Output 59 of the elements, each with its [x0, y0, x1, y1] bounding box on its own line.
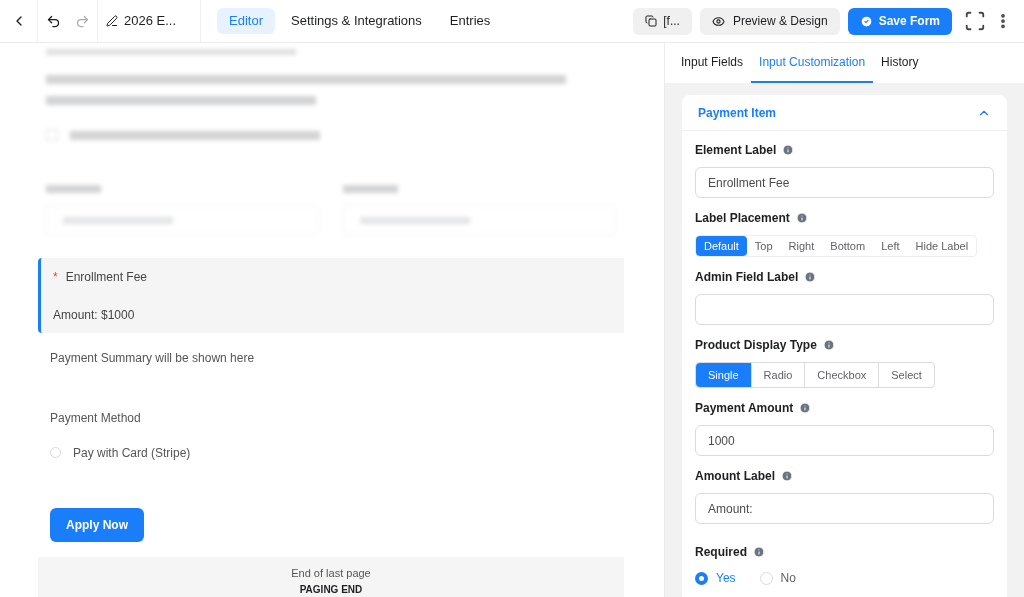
pen-icon — [106, 15, 118, 27]
sidebar-tab[interactable]: Input Customization — [751, 43, 874, 83]
shortcode-button[interactable]: [f... — [633, 7, 692, 35]
sidebar-tab[interactable]: Input Fields — [673, 43, 752, 83]
field-label: Element Label — [695, 142, 777, 159]
page-end-title: PAGING END — [299, 583, 363, 597]
field-label: Payment Amount — [695, 400, 794, 417]
payment-item-card[interactable]: * Enrollment Fee Amount: $1000 — [38, 258, 624, 333]
segment-option[interactable]: Default — [696, 236, 747, 256]
text-field[interactable]: 1000 — [695, 425, 994, 456]
field-label: Label Placement — [695, 210, 790, 227]
eye-icon — [711, 14, 725, 28]
nav-tab[interactable]: Entries — [437, 8, 503, 34]
check-icon — [859, 14, 873, 28]
info-icon — [804, 271, 817, 283]
radio-label: Pay with Card (Stripe) — [73, 444, 191, 462]
field-label: Required — [695, 544, 747, 561]
radio-label: No — [780, 570, 796, 587]
copy-icon — [645, 15, 658, 27]
apply-button[interactable]: Apply Now — [50, 507, 144, 542]
text-field[interactable]: Amount: — [695, 493, 994, 524]
page-end-caption: End of last page — [291, 565, 371, 581]
redo-icon — [75, 13, 90, 29]
item-label: Enrollment Fee — [65, 269, 148, 286]
segment-option[interactable]: Bottom — [822, 236, 874, 256]
section-header[interactable]: Payment Item — [682, 95, 1007, 131]
info-icon — [799, 402, 812, 414]
text-field[interactable] — [695, 294, 994, 325]
method-label: Payment Method — [49, 409, 142, 427]
nav-tab[interactable]: Settings & Integrations — [279, 8, 434, 34]
field-label: Product Display Type — [695, 337, 817, 354]
undo-icon — [45, 13, 61, 29]
segment-option[interactable]: Hide Label — [907, 236, 977, 256]
type-option[interactable]: Select — [879, 363, 934, 387]
summary-text: Payment Summary will be shown here — [49, 349, 256, 367]
info-icon — [782, 144, 795, 156]
type-option[interactable]: Single — [696, 363, 752, 387]
type-option[interactable]: Radio — [751, 363, 806, 387]
preview-button[interactable]: Preview & Design — [699, 7, 840, 35]
nav-tab[interactable]: Editor — [217, 8, 275, 34]
text-field[interactable]: Enrollment Fee — [695, 167, 994, 198]
form-title[interactable]: 2026 E... — [98, 0, 202, 42]
info-icon — [781, 470, 793, 482]
radio-button[interactable] — [695, 571, 708, 585]
segment-option[interactable]: Right — [780, 236, 823, 256]
field-label: Amount Label — [695, 468, 775, 485]
save-button[interactable]: Save Form — [847, 7, 952, 35]
segment-option[interactable]: Left — [873, 236, 908, 256]
info-icon — [795, 212, 808, 224]
fullscreen-icon[interactable] — [964, 10, 986, 32]
info-icon — [753, 546, 765, 558]
radio-label: Yes — [716, 570, 736, 587]
item-amount: Amount: $1000 — [53, 307, 136, 324]
field-label: Admin Field Label — [695, 269, 799, 286]
required-mark: * — [53, 269, 58, 286]
type-option[interactable]: Checkbox — [805, 363, 880, 387]
info-icon — [822, 339, 835, 351]
segment-option[interactable]: Top — [746, 236, 781, 256]
sidebar-tab[interactable]: History — [873, 43, 927, 83]
